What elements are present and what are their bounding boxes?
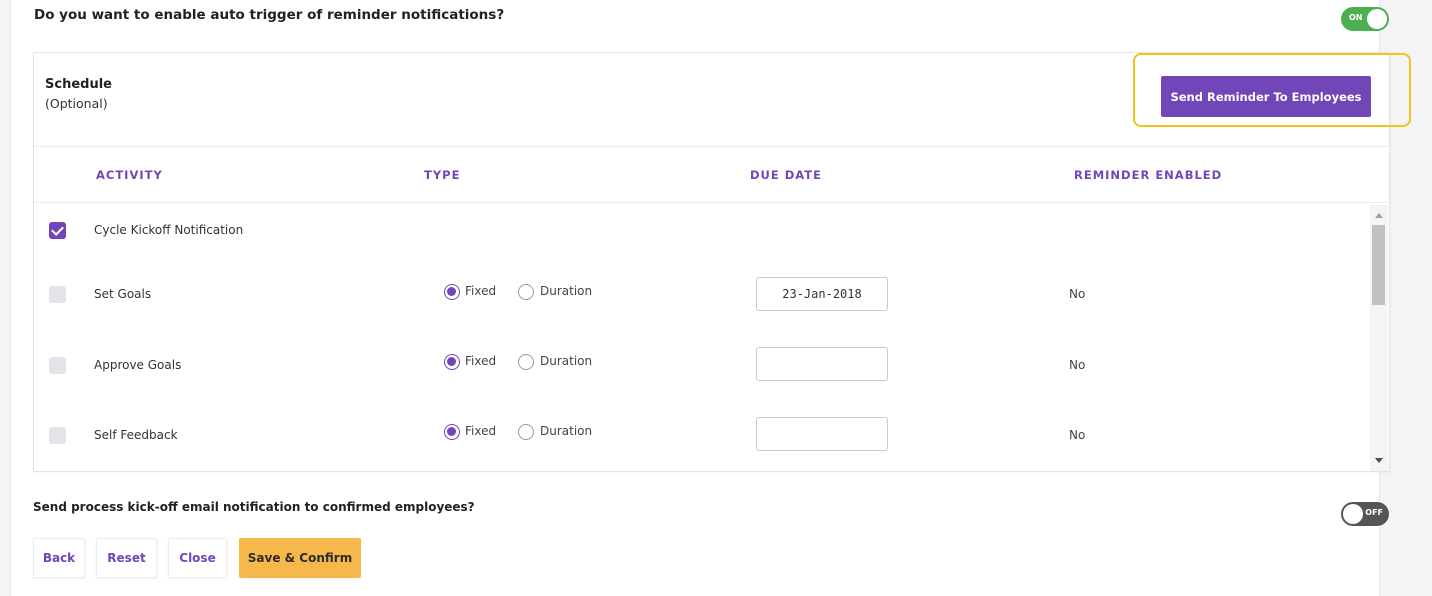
divider xyxy=(34,202,1389,203)
auto-trigger-question: Do you want to enable auto trigger of re… xyxy=(34,7,505,23)
header-reminder-enabled: REMINDER ENABLED xyxy=(1074,168,1223,182)
toggle-off-label: OFF xyxy=(1365,508,1383,517)
type-fixed-radio[interactable] xyxy=(444,424,460,440)
type-fixed-label: Fixed xyxy=(465,354,497,368)
type-fixed-label: Fixed xyxy=(465,424,497,438)
row-checkbox[interactable] xyxy=(49,286,66,303)
back-button[interactable]: Back xyxy=(33,538,85,578)
divider xyxy=(34,146,1389,147)
page-container: Do you want to enable auto trigger of re… xyxy=(10,0,1411,596)
table-row: Set Goals Fixed Duration 23-Jan-2018 No xyxy=(34,274,1364,314)
reset-button[interactable]: Reset xyxy=(96,538,157,578)
due-date-input[interactable]: 23-Jan-2018 xyxy=(756,277,888,311)
auto-trigger-toggle[interactable]: ON xyxy=(1341,7,1389,31)
row-checkbox[interactable] xyxy=(49,427,66,444)
toggle-on-label: ON xyxy=(1349,13,1363,22)
kickoff-toggle[interactable]: OFF xyxy=(1341,502,1389,526)
type-fixed-label: Fixed xyxy=(465,284,497,298)
reminder-enabled-value: No xyxy=(1069,428,1086,442)
type-duration-label: Duration xyxy=(540,284,593,298)
scroll-down-arrow-icon[interactable] xyxy=(1375,458,1383,463)
header-activity: ACTIVITY xyxy=(96,168,163,182)
activity-label: Self Feedback xyxy=(94,428,178,442)
type-fixed-radio[interactable] xyxy=(444,284,460,300)
type-duration-radio[interactable] xyxy=(518,284,534,300)
schedule-subtitle: (Optional) xyxy=(45,96,108,111)
activity-label: Approve Goals xyxy=(94,358,182,372)
save-confirm-button[interactable]: Save & Confirm xyxy=(239,538,361,578)
due-date-input[interactable] xyxy=(756,417,888,451)
type-duration-label: Duration xyxy=(540,424,593,438)
scroll-up-arrow-icon[interactable] xyxy=(1375,213,1383,218)
table-scrollbar[interactable] xyxy=(1370,205,1388,471)
table-row: Self Feedback Fixed Duration No xyxy=(34,416,1364,456)
row-checkbox[interactable] xyxy=(49,357,66,374)
due-date-input[interactable] xyxy=(756,347,888,381)
scrollbar-thumb[interactable] xyxy=(1372,225,1385,305)
activity-label: Set Goals xyxy=(94,287,152,301)
toggle-knob xyxy=(1343,504,1363,524)
kickoff-question: Send process kick-off email notification… xyxy=(33,500,475,514)
close-button[interactable]: Close xyxy=(168,538,227,578)
toggle-knob xyxy=(1367,9,1387,29)
type-fixed-radio[interactable] xyxy=(444,354,460,370)
schedule-title: Schedule xyxy=(45,77,112,92)
row-checkbox[interactable] xyxy=(49,222,66,239)
table-row: Approve Goals Fixed Duration No xyxy=(34,345,1364,385)
reminder-enabled-value: No xyxy=(1069,358,1086,372)
type-duration-label: Duration xyxy=(540,354,593,368)
activity-label: Cycle Kickoff Notification xyxy=(94,223,244,237)
header-type: TYPE xyxy=(424,168,461,182)
schedule-card: Schedule (Optional) Send Reminder To Emp… xyxy=(33,52,1411,472)
send-reminder-button[interactable]: Send Reminder To Employees xyxy=(1161,76,1371,117)
type-duration-radio[interactable] xyxy=(518,354,534,370)
table-row: Cycle Kickoff Notification xyxy=(34,211,1364,251)
reminder-enabled-value: No xyxy=(1069,287,1086,301)
header-due-date: DUE DATE xyxy=(750,168,822,182)
type-duration-radio[interactable] xyxy=(518,424,534,440)
